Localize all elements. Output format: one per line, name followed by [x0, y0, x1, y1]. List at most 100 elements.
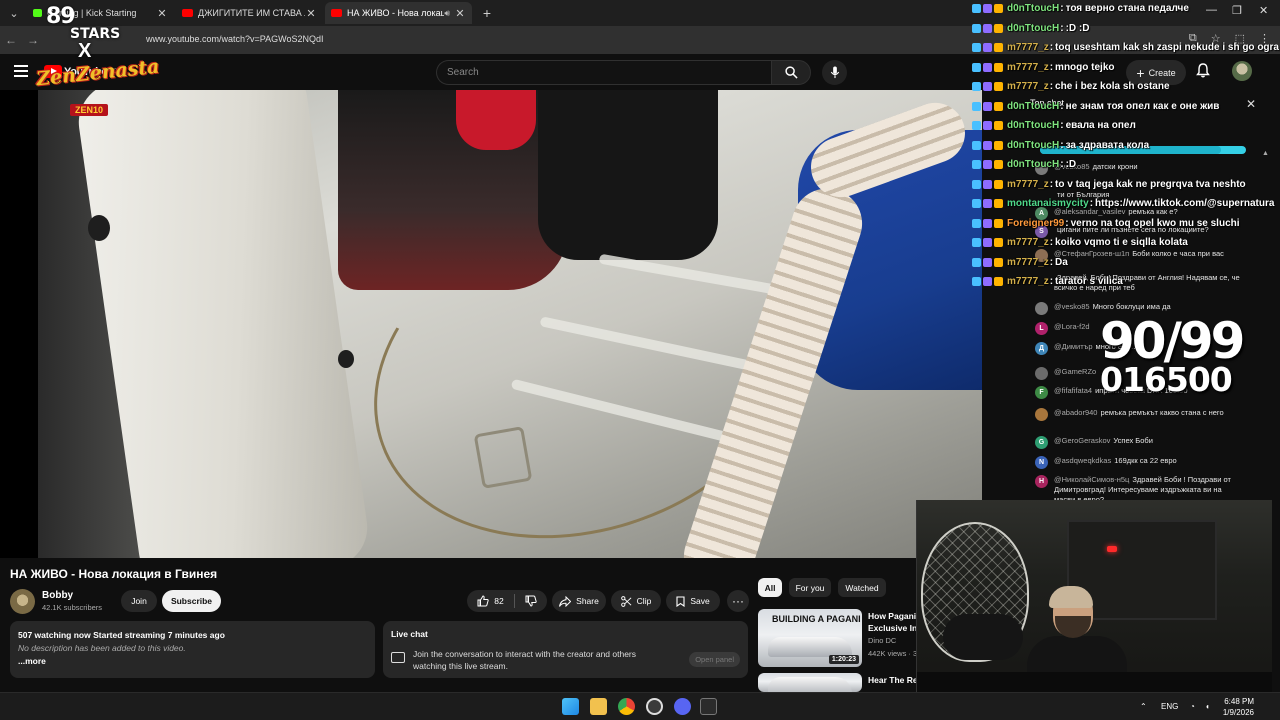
bookmark-icon: [676, 595, 685, 607]
url-field[interactable]: www.youtube.com/watch?v=PAGWoS2NQdI: [146, 34, 324, 44]
chat-author[interactable]: @Димитър: [1054, 342, 1093, 351]
tab-search-button[interactable]: ⌄: [3, 2, 25, 24]
chat-avatar[interactable]: [1035, 302, 1048, 315]
chat-badges: [972, 4, 1003, 13]
chat-author[interactable]: @abador940: [1054, 408, 1097, 417]
tab-close-icon[interactable]: ✕: [156, 7, 168, 20]
description-box[interactable]: 507 watching now Started streaming 7 min…: [10, 621, 375, 678]
tab-close-icon[interactable]: ✕: [305, 7, 317, 20]
voice-search-button[interactable]: [822, 60, 847, 85]
badge-icon: [983, 121, 992, 130]
thumbnail-caption: BUILDING A PAGANI: [772, 614, 861, 624]
file-explorer-icon[interactable]: [590, 698, 607, 715]
close-chat-icon[interactable]: ✕: [1246, 97, 1256, 111]
subscriber-count: 42.1K subscribers: [42, 603, 103, 612]
chip-all[interactable]: All: [758, 578, 782, 597]
twitch-chat-line: Foreigner99verno na toq opel kwo mu se s…: [972, 218, 1240, 229]
badge-icon: [994, 238, 1003, 247]
chat-author[interactable]: @GameRZo: [1054, 367, 1096, 376]
chat-author[interactable]: @Lora-f2d: [1054, 322, 1090, 331]
chat-badges: [972, 179, 1003, 189]
recommendation-thumbnail[interactable]: BUILDING A PAGANI 1:20:23: [758, 609, 862, 667]
join-button[interactable]: Join: [121, 590, 157, 612]
chat-avatar[interactable]: G: [1035, 436, 1048, 449]
video-player[interactable]: [0, 90, 982, 558]
badge-icon: [972, 62, 981, 72]
tab-youtube-1[interactable]: ДЖИГИТИТЕ ИМ СТАВА ЛОШ... ✕: [176, 2, 323, 24]
twitch-username: m7777_z: [1007, 62, 1053, 73]
recommendation-title[interactable]: Hear The Re: [868, 675, 920, 686]
thumbs-down-icon[interactable]: [525, 595, 537, 607]
recommendation-title-line2[interactable]: Exclusive In: [868, 623, 920, 634]
discord-icon[interactable]: [674, 698, 691, 715]
kick-favicon-icon: [33, 9, 42, 17]
chat-author[interactable]: @asdqweqkdkas: [1054, 456, 1111, 465]
menu-hamburger-icon[interactable]: [14, 65, 28, 77]
chat-avatar[interactable]: [1035, 367, 1048, 380]
chat-avatar[interactable]: [1035, 408, 1048, 421]
restore-button[interactable]: ❐: [1232, 4, 1242, 17]
tab-close-icon[interactable]: ✕: [454, 7, 466, 20]
share-button[interactable]: Share: [552, 590, 606, 612]
show-more-link[interactable]: ...more: [18, 656, 367, 666]
chip-watched[interactable]: Watched: [838, 578, 886, 597]
search-input[interactable]: Search: [436, 60, 771, 85]
wifi-icon[interactable]: ◔: [1190, 702, 1195, 711]
new-tab-button[interactable]: +: [478, 5, 496, 21]
subscribe-button[interactable]: Subscribe: [162, 590, 221, 612]
thumbs-up-icon[interactable]: [477, 595, 489, 607]
badge-icon: [972, 257, 981, 267]
chat-avatar[interactable]: F: [1035, 386, 1048, 399]
clip-button[interactable]: Clip: [611, 590, 661, 612]
chat-text: Много боклуци има да: [1092, 302, 1171, 311]
notifications-bell-icon[interactable]: [1196, 63, 1210, 83]
overlay-x-mark: X: [78, 40, 92, 62]
twitch-chat-line: d0nTtoucHза здравата кола: [972, 140, 1149, 151]
back-icon[interactable]: ←: [0, 33, 22, 47]
terminal-icon[interactable]: [700, 698, 717, 715]
twitch-username: m7777_z: [1007, 257, 1053, 268]
chat-text: ремъка ремъкът какво стана с него: [1100, 408, 1224, 417]
obs-icon[interactable]: [646, 698, 663, 715]
start-windows-icon[interactable]: [562, 698, 579, 715]
tray-chevron-icon[interactable]: ⌃: [1140, 702, 1147, 711]
speaker-icon[interactable]: 🔊︎: [444, 8, 450, 19]
minimize-button[interactable]: —: [1206, 4, 1217, 16]
volume-icon[interactable]: ◖: [1205, 702, 1210, 711]
clock[interactable]: 6:48 PM 1/9/2026: [1222, 696, 1254, 718]
chip-for-you[interactable]: For you: [789, 578, 831, 597]
channel-avatar[interactable]: [10, 589, 35, 614]
chat-avatar[interactable]: N: [1035, 456, 1048, 469]
close-window-button[interactable]: ✕: [1259, 4, 1268, 17]
badge-icon: [994, 277, 1003, 286]
twitch-message: Da: [1055, 256, 1068, 268]
chat-author[interactable]: @fifafifata4: [1054, 386, 1092, 395]
recommendation-title[interactable]: How Pagani: [868, 611, 920, 622]
language-indicator[interactable]: ENG: [1161, 702, 1178, 711]
forward-icon[interactable]: →: [22, 33, 44, 47]
chat-avatar[interactable]: L: [1035, 322, 1048, 335]
chat-author[interactable]: @vesko85: [1054, 302, 1090, 311]
windows-taskbar: ⌃ ENG ◔ ◖ 6:48 PM 1/9/2026: [0, 692, 1280, 720]
scroll-up-icon[interactable]: ▲: [1262, 150, 1269, 157]
description-text: No description has been added to this vi…: [18, 643, 186, 653]
channel-name[interactable]: Bobby: [42, 590, 73, 601]
twitch-chat-line: d0nTtoucHевала на опел: [972, 120, 1136, 131]
twitch-chat-line: m7777_ztoq useshtam kak sh zaspi nekude …: [972, 42, 1279, 53]
like-count[interactable]: 82: [494, 596, 503, 606]
chat-avatar[interactable]: Д: [1035, 342, 1048, 355]
chat-bubble-icon: [391, 652, 405, 663]
chat-avatar[interactable]: H: [1035, 475, 1048, 488]
tab-youtube-active[interactable]: НА ЖИВО - Нова локация... 🔊︎ ✕: [325, 2, 472, 24]
share-arrow-icon: [559, 595, 572, 607]
open-panel-button[interactable]: Open panel: [689, 652, 740, 667]
more-actions-button[interactable]: ···: [727, 590, 749, 612]
chrome-icon[interactable]: [618, 698, 635, 715]
recommendation-thumbnail[interactable]: [758, 673, 862, 692]
chat-author[interactable]: @НиколайСимов-н5ц: [1054, 475, 1129, 484]
recommendation-channel[interactable]: Dino DC: [868, 636, 896, 645]
save-button[interactable]: Save: [666, 590, 720, 612]
account-avatar[interactable]: [1232, 61, 1252, 81]
chat-author[interactable]: @GeroGeraskov: [1054, 436, 1110, 445]
search-button[interactable]: [771, 60, 811, 85]
